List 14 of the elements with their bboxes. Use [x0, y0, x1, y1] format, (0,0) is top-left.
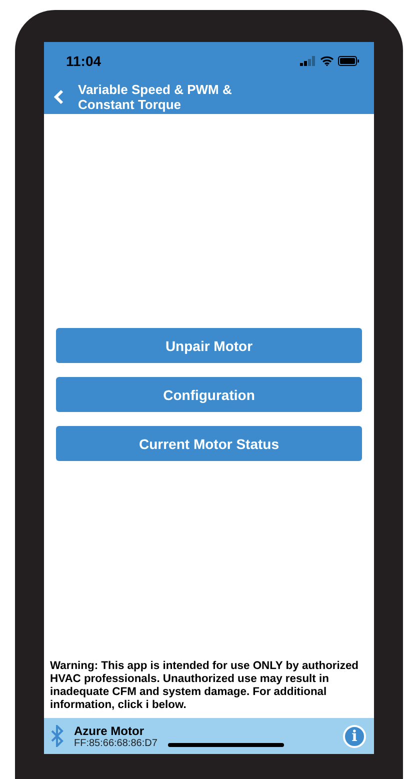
info-button[interactable]: i [343, 724, 366, 748]
device-address: FF:85:66:68:86:D7 [74, 738, 158, 748]
menu-button[interactable]: Unpair Motor [56, 328, 362, 363]
status-time: 11:04 [66, 53, 102, 69]
back-icon[interactable] [54, 89, 64, 105]
warning-text: Warning: This app is intended for use ONLY by authorized HVAC professionals. Unauthorized use may result in inadequate CFM and system damage. For additional information, click i below. [49, 660, 360, 713]
signal-icon [300, 56, 316, 66]
battery-icon [338, 56, 360, 66]
device-name: Azure Motor [74, 724, 145, 738]
bluetooth-icon [50, 725, 64, 747]
menu-button[interactable]: Configuration [56, 377, 362, 412]
screen-title: Variable Speed & PWM & Constant Torque [78, 82, 233, 112]
menu-button[interactable]: Current Motor Status [56, 426, 362, 461]
wifi-icon [320, 56, 334, 66]
